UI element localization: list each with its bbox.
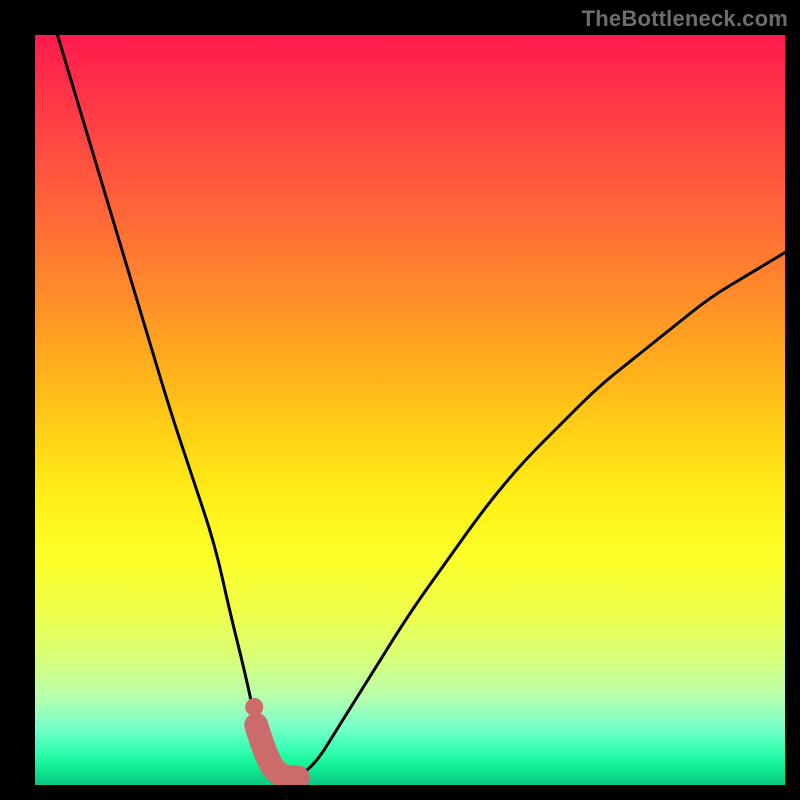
curve-layer <box>35 35 785 785</box>
plot-area <box>35 35 785 785</box>
highlight-band-path <box>256 725 297 778</box>
chart-frame: TheBottleneck.com <box>0 0 800 800</box>
bottleneck-curve-path <box>58 35 786 778</box>
highlight-start-dot <box>245 698 263 716</box>
watermark-text: TheBottleneck.com <box>582 6 788 32</box>
